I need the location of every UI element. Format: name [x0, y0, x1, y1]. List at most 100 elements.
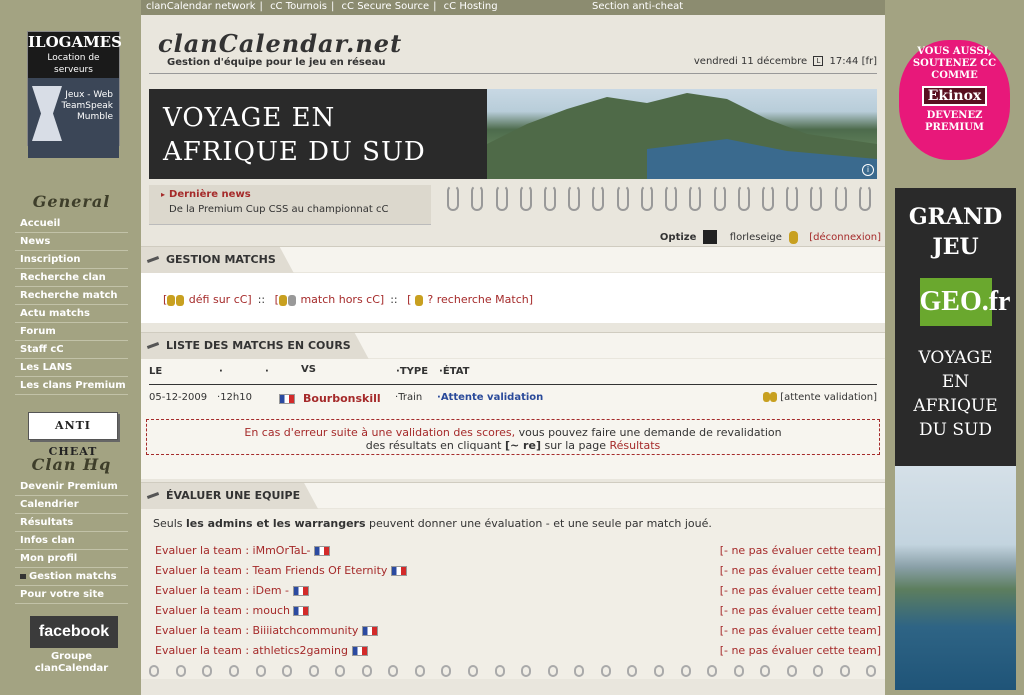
user-icon [167, 294, 176, 306]
user-icon [414, 294, 423, 306]
network-section-anticheat[interactable]: Section anti-cheat [592, 0, 683, 14]
revalidation-notice: En cas d'erreur suite à une validation d… [146, 419, 880, 455]
sidebar-general-menu: Accueil News Inscription Recherche clan … [15, 215, 128, 395]
france-flag-icon [314, 546, 331, 556]
col-header-dot: · [265, 366, 269, 377]
col-header-le: LE [149, 366, 163, 377]
match-state-value: Attente validation [440, 392, 544, 403]
network-link-home[interactable]: clanCalendar network [146, 1, 256, 12]
ilogames-ad[interactable]: ILOGAMES Location de serveurs Jeux - Web… [27, 31, 122, 158]
user-icon [278, 294, 287, 306]
sidebar-item-actu-matchs[interactable]: Actu matchs [15, 305, 128, 323]
sidebar-item-forum[interactable]: Forum [15, 323, 128, 341]
match-team-link[interactable]: Bourbonskill [303, 392, 381, 405]
user-icon [176, 294, 185, 306]
game-icon [702, 230, 717, 244]
section-gestion-matchs: GESTION MATCHS [141, 246, 885, 272]
premium-ad-line: DEVENEZ [926, 110, 983, 121]
revalidation-link[interactable]: [~ re] [505, 439, 541, 452]
user-icon [770, 392, 778, 402]
facebook-logo[interactable]: facebook [30, 616, 118, 648]
sidebar-item-infos-clan[interactable]: Infos clan [15, 532, 128, 550]
skip-evaluation-link[interactable]: [- ne pas évaluer cette team] [720, 604, 881, 617]
header-divider [149, 73, 877, 74]
evaluate-team-link[interactable]: Evaluer la team : athletics2gaming [155, 644, 348, 657]
user-name[interactable]: florleseige [730, 232, 782, 243]
facebook-group-label: Groupe [50, 651, 93, 662]
evaluate-team-link[interactable]: Evaluer la team : Team Friends Of Eterni… [155, 564, 387, 577]
voyage-banner-ad[interactable]: VOYAGE EN AFRIQUE DU SUD i [149, 89, 877, 179]
col-header-etat: ·ÉTAT [439, 366, 470, 377]
skip-evaluation-link[interactable]: [- ne pas évaluer cette team] [720, 644, 881, 657]
intro-text: peuvent donner une évaluation - et une s… [365, 517, 712, 530]
sidebar-item-staff[interactable]: Staff cC [15, 341, 128, 359]
table-row: 05-12-2009 ·12h10 Bourbonskill ·Train ·A… [149, 392, 877, 408]
current-date: vendredi 11 décembre [693, 56, 808, 67]
sidebar-item-news[interactable]: News [15, 233, 128, 251]
news-title: Dernière news [161, 189, 251, 200]
intro-text: Seuls [153, 517, 187, 530]
sidebar-item-calendrier[interactable]: Calendrier [15, 496, 128, 514]
list-item: Evaluer la team : iDem - [- ne pas évalu… [155, 584, 881, 602]
sidebar-item-gestion-matchs[interactable]: Gestion matchs [15, 568, 128, 586]
sidebar-item-inscription[interactable]: Inscription [15, 251, 128, 269]
ad-info-icon[interactable]: i [862, 164, 874, 176]
france-flag-icon [293, 606, 310, 616]
premium-ad-line: SOUTENEZ CC [912, 58, 997, 69]
clock-icon: L [813, 56, 824, 66]
sidebar-item-accueil[interactable]: Accueil [15, 215, 128, 233]
geo-ad-title: GRAND JEU [895, 202, 1016, 262]
col-header-vs: VS [301, 364, 316, 375]
ilogames-services: Jeux - Web TeamSpeak Mumble [28, 78, 119, 158]
defi-link[interactable]: [ défi sur cC] [163, 293, 252, 306]
anticheat-button[interactable]: ANTI CHEAT [28, 412, 118, 458]
current-time: 17:44 [829, 56, 859, 67]
resultats-link[interactable]: Résultats [609, 439, 660, 452]
site-header: clanCalendar.net Gestion d'équipe pour l… [141, 15, 885, 88]
clan-name[interactable]: Optize [660, 232, 696, 243]
latest-news: Dernière news De la Premium Cup CSS au c… [149, 185, 431, 225]
skip-evaluation-link[interactable]: [- ne pas évaluer cette team] [720, 624, 881, 637]
premium-ad-line: VOUS AUSSI, [917, 46, 992, 57]
evaluate-team-link[interactable]: Evaluer la team : mouch [155, 604, 290, 617]
geo-ad[interactable]: GRAND JEU GEO.fr VOYAGE EN AFRIQUE DU SU… [895, 188, 1016, 690]
sidebar-item-pour-votre-site[interactable]: Pour votre site [15, 586, 128, 604]
recherche-match-link[interactable]: [ ? recherche Match] [407, 293, 533, 306]
france-flag-icon [292, 586, 309, 596]
hors-cc-link[interactable]: [ match hors cC] [275, 293, 385, 306]
sidebar-item-recherche-clan[interactable]: Recherche clan [15, 269, 128, 287]
news-link[interactable]: De la Premium Cup CSS au championnat cC [169, 204, 388, 215]
list-item: Evaluer la team : iMmOrTaL- [- ne pas év… [155, 544, 881, 562]
evaluate-team-link[interactable]: Evaluer la team : Biiiiatchcommunity [155, 624, 358, 637]
network-link-tournois[interactable]: cC Tournois [270, 1, 327, 12]
intro-text-bold: les admins et les warrangers [186, 517, 366, 530]
list-item: Evaluer la team : Biiiiatchcommunity [- … [155, 624, 881, 642]
sidebar-item-resultats[interactable]: Résultats [15, 514, 128, 532]
skip-evaluation-link[interactable]: [- ne pas évaluer cette team] [720, 544, 881, 557]
section-title: ÉVALUER UNE EQUIPE [141, 483, 318, 509]
evaluate-team-link[interactable]: Evaluer la team : iMmOrTaL- [155, 544, 311, 557]
sidebar-item-clans-premium[interactable]: Les clans Premium [15, 377, 128, 395]
skip-evaluation-link[interactable]: [- ne pas évaluer cette team] [720, 564, 881, 577]
site-logo[interactable]: clanCalendar.net [158, 29, 402, 58]
sidebar-item-lans[interactable]: Les LANS [15, 359, 128, 377]
france-flag-icon [390, 566, 407, 576]
network-link-secure[interactable]: cC Secure Source [342, 1, 430, 12]
geo-ad-subtitle: VOYAGE EN AFRIQUE DU SUD [895, 346, 1016, 442]
list-item: Evaluer la team : Team Friends Of Eterni… [155, 564, 881, 582]
premium-ad[interactable]: VOUS AUSSI, SOUTENEZ CC COMME Ekinox DEV… [899, 40, 1010, 160]
sidebar-item-mon-profil[interactable]: Mon profil [15, 550, 128, 568]
user-bar: Optize florleseige [déconnexion] [660, 230, 881, 244]
language-selector[interactable]: [fr] [862, 56, 877, 67]
facebook-group-text[interactable]: Groupe clanCalendar [15, 651, 128, 675]
logout-link[interactable]: [déconnexion] [809, 232, 881, 243]
sidebar-item-devenir-premium[interactable]: Devenir Premium [15, 478, 128, 496]
sidebar-general-title: General [32, 192, 111, 211]
network-link-hosting[interactable]: cC Hosting [444, 1, 498, 12]
main-content: clanCalendar.net Gestion d'équipe pour l… [141, 15, 885, 695]
sidebar-item-recherche-match[interactable]: Recherche match [15, 287, 128, 305]
skip-evaluation-link[interactable]: [- ne pas évaluer cette team] [720, 584, 881, 597]
evaluate-team-link[interactable]: Evaluer la team : iDem - [155, 584, 289, 597]
link-label: défi sur cC] [188, 293, 252, 306]
premium-ad-line: PREMIUM [925, 122, 984, 133]
